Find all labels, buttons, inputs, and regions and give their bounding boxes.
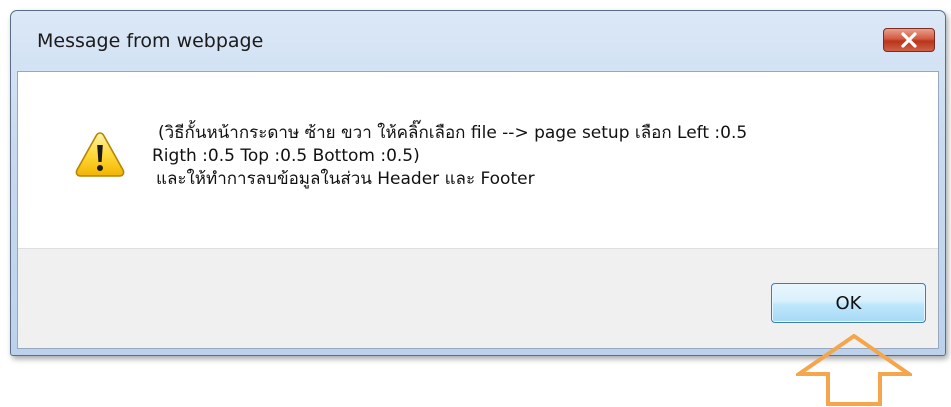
message-line: (วิธีกั้นหน้ากระดาษ ซ้าย ขวา ให้คลิ๊กเลื… [158,123,748,143]
dialog-titlebar[interactable]: Message from webpage [11,11,945,71]
warning-icon [75,132,125,177]
message-dialog: Message from webpage (วิธีกั้นหน้ากระดาษ… [10,10,946,356]
message-line: Rigth :0.5 Top :0.5 Bottom :0.5) [152,146,420,166]
dialog-title: Message from webpage [37,30,264,52]
message-text: (วิธีกั้นหน้ากระดาษ ซ้าย ขวา ให้คลิ๊กเลื… [152,122,922,191]
close-button[interactable] [883,28,935,52]
message-line: และให้ทำการลบข้อมูลในส่วน Header และ Foo… [156,169,535,189]
up-arrow-icon [796,334,912,406]
message-area: (วิธีกั้นหน้ากระดาษ ซ้าย ขวา ให้คลิ๊กเลื… [18,72,938,248]
dialog-content: (วิธีกั้นหน้ากระดาษ ซ้าย ขวา ให้คลิ๊กเลื… [17,71,939,349]
close-icon [901,32,917,48]
ok-button[interactable]: OK [771,283,926,323]
ok-button-label: OK [835,292,862,314]
button-area: OK [18,248,938,348]
